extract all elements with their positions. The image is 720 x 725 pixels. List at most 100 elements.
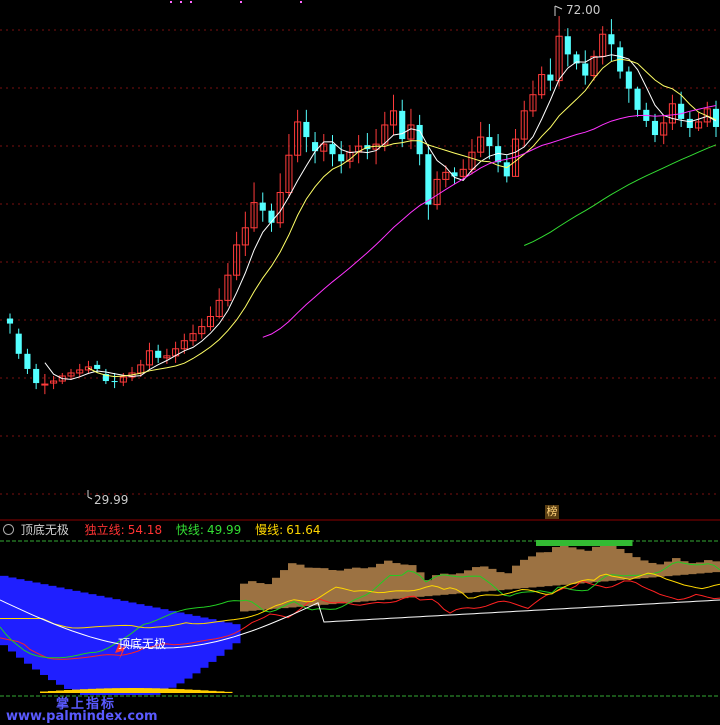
candle bbox=[389, 94, 398, 136]
top-bar bbox=[344, 568, 353, 603]
indicator-name[interactable]: 顶底无极 bbox=[21, 523, 69, 537]
candle bbox=[145, 342, 154, 369]
candle bbox=[294, 109, 302, 163]
candle bbox=[233, 231, 241, 281]
candle bbox=[486, 123, 493, 160]
candle bbox=[547, 58, 554, 91]
settings-icon[interactable] bbox=[3, 524, 14, 535]
candle bbox=[355, 135, 363, 164]
bottom-bar bbox=[88, 594, 97, 695]
peak-cap bbox=[616, 540, 625, 546]
candle bbox=[6, 313, 14, 334]
candle bbox=[582, 50, 589, 85]
candle bbox=[312, 132, 319, 164]
top-bar bbox=[352, 567, 361, 603]
top-bar bbox=[544, 552, 553, 587]
bottom-signal-bar bbox=[184, 689, 193, 693]
top-marker bbox=[300, 1, 302, 3]
bottom-bar bbox=[40, 584, 49, 675]
candle bbox=[660, 114, 668, 145]
bottom-signal-bar bbox=[200, 690, 209, 693]
indicator-panel bbox=[0, 540, 720, 697]
watermark-url: www.palmindex.com bbox=[6, 709, 158, 724]
top-bar bbox=[704, 560, 713, 573]
peak-cap bbox=[624, 540, 633, 546]
rank-badge[interactable]: 榜 bbox=[545, 505, 559, 519]
bottom-bar bbox=[72, 590, 81, 693]
candle bbox=[520, 100, 528, 148]
top-bar bbox=[536, 552, 545, 587]
top-marker bbox=[170, 1, 172, 3]
top-bar bbox=[472, 567, 481, 593]
top-bar bbox=[392, 563, 401, 599]
top-bar bbox=[576, 549, 585, 584]
candle bbox=[686, 111, 693, 138]
candle bbox=[634, 86, 641, 117]
candle bbox=[303, 109, 310, 153]
top-bar bbox=[520, 559, 529, 589]
top-bar bbox=[560, 544, 569, 585]
candle bbox=[599, 26, 607, 65]
candle bbox=[625, 66, 632, 103]
candle bbox=[102, 368, 109, 385]
peak-cap bbox=[568, 540, 577, 546]
candle bbox=[76, 363, 84, 378]
line3-label: 慢线: bbox=[255, 523, 284, 537]
bottom-bar bbox=[48, 585, 57, 681]
top-bar bbox=[648, 562, 657, 578]
bottom-signal-bar bbox=[168, 688, 177, 693]
candle bbox=[250, 182, 258, 232]
bottom-signal-bar bbox=[144, 688, 153, 693]
candle bbox=[206, 306, 215, 331]
candle bbox=[320, 134, 328, 162]
top-bar bbox=[424, 580, 433, 597]
candle bbox=[451, 167, 458, 185]
peak-cap bbox=[536, 540, 545, 546]
peak-cap bbox=[600, 540, 609, 546]
top-bar bbox=[504, 573, 513, 590]
candle bbox=[189, 324, 197, 346]
top-bar bbox=[552, 547, 561, 586]
bottom-signal-bar bbox=[192, 689, 201, 693]
bottom-bar bbox=[200, 617, 209, 668]
candle bbox=[155, 344, 162, 363]
bottom-bar bbox=[168, 610, 177, 688]
candle bbox=[459, 159, 467, 180]
bottom-bar bbox=[96, 595, 105, 695]
moving-average-lines bbox=[44, 54, 717, 380]
candle bbox=[41, 373, 49, 395]
candle bbox=[564, 28, 571, 67]
price-annotations: 72.00 29.99 bbox=[87, 3, 600, 507]
candle bbox=[703, 101, 711, 127]
peak-cap bbox=[560, 540, 569, 546]
candle bbox=[224, 263, 232, 307]
candle bbox=[468, 139, 476, 175]
peak-cap bbox=[584, 540, 593, 546]
ma60-line bbox=[524, 144, 717, 246]
candle bbox=[643, 102, 650, 127]
candle bbox=[477, 121, 485, 158]
bottom-bar bbox=[208, 619, 217, 662]
line2-label: 快线: bbox=[175, 523, 204, 537]
bottom-bar bbox=[80, 592, 89, 695]
line1-label: 独立线: bbox=[84, 523, 125, 537]
candle bbox=[276, 173, 284, 228]
candle bbox=[241, 211, 249, 257]
top-bar bbox=[376, 563, 385, 601]
line3-value: 61.64 bbox=[286, 523, 321, 537]
candle bbox=[259, 192, 266, 222]
top-bar bbox=[264, 584, 273, 610]
top-bar bbox=[584, 550, 593, 583]
kline-chart: 72.00 29.99 顶底无极 bbox=[0, 1, 720, 697]
peak-cap bbox=[576, 540, 585, 546]
candle bbox=[15, 328, 22, 359]
candle bbox=[442, 165, 450, 188]
top-bar bbox=[568, 547, 577, 585]
signal-label: 顶底无极 bbox=[118, 636, 166, 651]
candle bbox=[651, 113, 659, 143]
bottom-signal-bar bbox=[120, 688, 129, 693]
candle bbox=[529, 80, 537, 117]
bottom-signal-bar bbox=[128, 688, 137, 693]
top-marker bbox=[190, 1, 192, 3]
top-bar bbox=[464, 570, 473, 593]
